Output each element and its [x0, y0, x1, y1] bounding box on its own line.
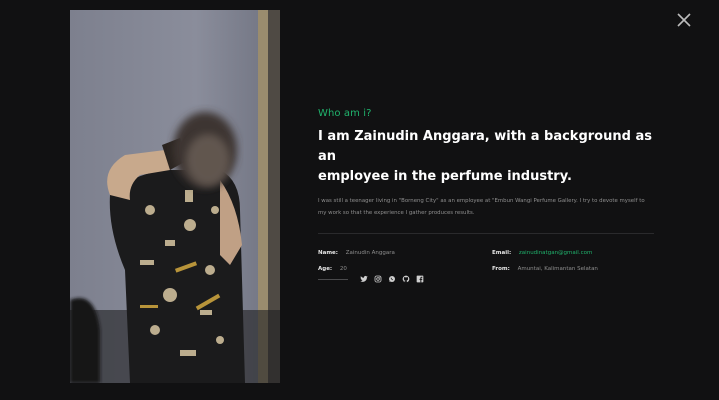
page-title: I am Zainudin Anggara, with a background… [318, 127, 654, 187]
name-label: Name: [318, 250, 338, 256]
info-age: Age: 20 [318, 266, 347, 272]
about-description: I was still a teenager living in "Bornen… [318, 198, 645, 216]
whatsapp-icon [389, 276, 395, 282]
section-eyebrow: Who am i? [318, 108, 372, 119]
info-email: Email: zainudinatgan@gmail.com [492, 250, 592, 256]
profile-photo [70, 10, 280, 383]
info-name: Name: Zainudin Anggara [318, 250, 395, 256]
whatsapp-link[interactable] [388, 275, 396, 283]
from-label: From: [492, 266, 510, 272]
divider [318, 233, 654, 234]
about-content: Who am i? I am Zainudin Anggara, with a … [318, 108, 654, 280]
social-divider [318, 278, 348, 280]
facebook-icon [416, 275, 424, 283]
age-label: Age: [318, 266, 333, 272]
github-icon [402, 275, 410, 283]
twitter-link[interactable] [360, 275, 368, 283]
headline-line-2: employee in the perfume industry. [318, 169, 572, 184]
instagram-icon [374, 275, 382, 283]
age-value: 20 [339, 266, 347, 272]
social-links [318, 273, 430, 285]
twitter-icon [360, 275, 368, 282]
headline-line-1: I am Zainudin Anggara, with a background… [318, 129, 652, 164]
github-link[interactable] [402, 275, 410, 283]
email-link[interactable]: zainudinatgan@gmail.com [519, 250, 592, 256]
email-label: Email: [492, 250, 512, 256]
from-value: Amuntai, Kalimantan Selatan [517, 266, 598, 272]
close-icon [677, 13, 691, 27]
info-from: From: Amuntai, Kalimantan Selatan [492, 266, 598, 272]
close-button[interactable] [674, 10, 694, 30]
facebook-link[interactable] [416, 275, 424, 283]
name-value: Zainudin Anggara [345, 250, 395, 256]
instagram-link[interactable] [374, 275, 382, 283]
